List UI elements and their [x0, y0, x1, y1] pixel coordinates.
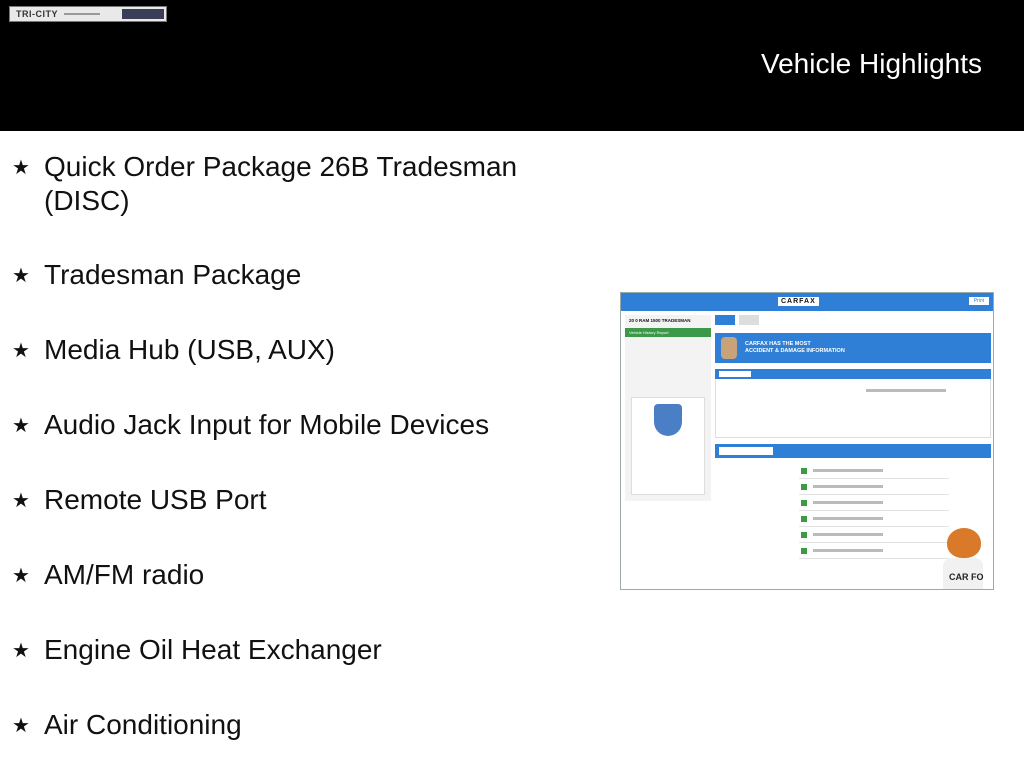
carfax-tabs	[715, 315, 991, 327]
list-item: ★ Air Conditioning	[12, 708, 592, 742]
check-icon	[801, 468, 807, 474]
highlight-text: Quick Order Package 26B Tradesman (DISC)	[44, 151, 518, 216]
star-icon: ★	[12, 563, 30, 587]
carfax-fox-mascot: CAR FO	[937, 528, 989, 589]
highlights-list: ★ Quick Order Package 26B Tradesman (DIS…	[12, 150, 592, 783]
text-line	[813, 469, 883, 472]
text-line	[866, 389, 946, 392]
table-row	[799, 528, 949, 543]
star-icon: ★	[12, 155, 30, 179]
fox-icon	[721, 337, 737, 359]
carfax-report-screenshot: CARFAX Print 20 0 RAM 1500 TRADESMAN Veh…	[620, 292, 994, 590]
text-line	[813, 501, 883, 504]
sidebar-item-history-report[interactable]: Vehicle History Report	[625, 328, 711, 337]
banner-line-2: ACCIDENT & DAMAGE INFORMATION	[745, 348, 845, 354]
logo-divider	[64, 13, 100, 15]
star-icon: ★	[12, 638, 30, 662]
list-item: ★ Remote USB Port	[12, 483, 592, 517]
history-report-bar	[715, 444, 991, 458]
text-line	[813, 549, 883, 552]
carfax-logo: CARFAX	[778, 297, 819, 306]
carfax-logo-small	[719, 447, 773, 455]
value-report-box	[715, 379, 991, 438]
fox-shirt-text: CAR FO	[949, 572, 984, 582]
list-item: ★ AM/FM radio	[12, 558, 592, 592]
highlight-text: Media Hub (USB, AUX)	[44, 334, 335, 365]
star-icon: ★	[12, 488, 30, 512]
text-line	[813, 485, 883, 488]
highlight-text: Remote USB Port	[44, 484, 267, 515]
table-row	[799, 512, 949, 527]
tab-primary[interactable]	[715, 315, 735, 325]
highlight-text: Air Conditioning	[44, 709, 242, 740]
list-item: ★ Engine Oil Heat Exchanger	[12, 633, 592, 667]
list-item: ★ Tradesman Package	[12, 258, 592, 292]
carfax-topbar: CARFAX Print	[621, 293, 993, 311]
highlight-text: Audio Jack Input for Mobile Devices	[44, 409, 490, 440]
text-line	[813, 517, 883, 520]
table-row	[799, 464, 949, 479]
logo-badge	[122, 9, 164, 19]
star-icon: ★	[12, 263, 30, 287]
dealer-logo[interactable]: TRI-CITY	[9, 6, 167, 22]
highlight-text: Engine Oil Heat Exchanger	[44, 634, 382, 665]
carfax-banner: CARFAX HAS THE MOST ACCIDENT & DAMAGE IN…	[715, 333, 991, 363]
dealer-card	[631, 397, 705, 495]
text-line	[813, 533, 883, 536]
wrench-icon	[801, 484, 807, 490]
star-icon: ★	[12, 713, 30, 737]
vehicle-title: 20 0 RAM 1500 TRADESMAN	[629, 318, 691, 323]
people-icon	[801, 500, 807, 506]
history-rows: CAR FO	[715, 458, 991, 589]
list-item: ★ Media Hub (USB, AUX)	[12, 333, 592, 367]
dealer-logo-text: TRI-CITY	[16, 9, 58, 19]
odometer-icon	[801, 548, 807, 554]
list-item: ★ Quick Order Package 26B Tradesman (DIS…	[12, 150, 592, 218]
table-row	[799, 544, 949, 559]
carfax-main: CARFAX HAS THE MOST ACCIDENT & DAMAGE IN…	[715, 315, 991, 589]
header-bar: TRI-CITY Vehicle Highlights	[0, 0, 1024, 131]
highlight-text: AM/FM radio	[44, 559, 205, 590]
shield-icon	[654, 404, 682, 436]
table-row	[799, 480, 949, 495]
carfax-logo-small	[719, 371, 751, 377]
tab-secondary[interactable]	[739, 315, 759, 325]
fox-head	[947, 528, 981, 558]
value-report-bar	[715, 369, 991, 379]
banner-text: CARFAX HAS THE MOST ACCIDENT & DAMAGE IN…	[745, 341, 845, 355]
car-icon	[801, 516, 807, 522]
highlight-text: Tradesman Package	[44, 259, 302, 290]
star-icon: ★	[12, 338, 30, 362]
page-title: Vehicle Highlights	[760, 48, 982, 79]
star-icon: ★	[12, 413, 30, 437]
location-icon	[801, 532, 807, 538]
table-row	[799, 496, 949, 511]
print-button[interactable]: Print	[968, 297, 989, 305]
banner-line-1: CARFAX HAS THE MOST	[745, 341, 811, 347]
list-item: ★ Audio Jack Input for Mobile Devices	[12, 408, 592, 442]
carfax-sidebar: 20 0 RAM 1500 TRADESMAN Vehicle History …	[625, 315, 711, 501]
